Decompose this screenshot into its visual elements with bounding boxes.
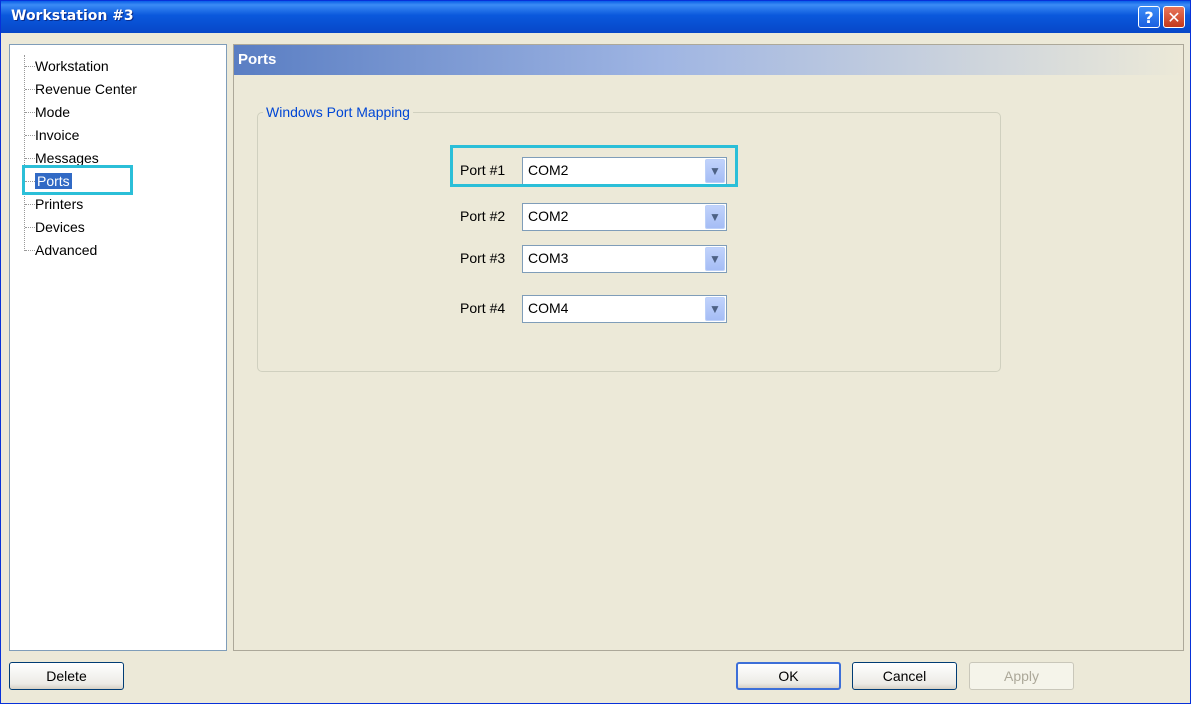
ports-highlight-box [22,165,133,195]
window-title: Workstation #3 [11,8,134,24]
port-label: Port #2 [460,208,506,224]
panel-title: Ports [238,51,277,68]
tree-connector [25,135,35,137]
tree-connector [25,158,35,160]
tree-item-invoice[interactable]: Invoice [35,125,79,145]
port-label: Port #4 [460,300,506,316]
tree-item-revenue-center[interactable]: Revenue Center [35,79,137,99]
title-bar[interactable]: Workstation #3 ? ✕ [1,1,1190,33]
chevron-down-icon[interactable]: ▼ [705,205,725,229]
port-2-value: COM2 [528,208,569,224]
close-button[interactable]: ✕ [1163,6,1185,28]
tree-connector [25,66,35,68]
chevron-down-icon[interactable]: ▼ [705,297,725,321]
apply-button[interactable]: Apply [969,662,1074,690]
port-2-select[interactable]: COM2 ▼ [522,203,727,231]
group-legend: Windows Port Mapping [263,104,413,120]
port-label: Port #3 [460,250,506,266]
tree-connector [25,89,35,91]
tree-item-devices[interactable]: Devices [35,217,85,237]
dialog-window: Workstation #3 ? ✕ Workstation Revenue C… [0,0,1191,704]
tree-line [24,55,26,251]
help-button[interactable]: ? [1138,6,1160,28]
port-4-value: COM4 [528,300,569,316]
ok-button[interactable]: OK [736,662,841,690]
close-icon: ✕ [1167,7,1181,27]
tree-item-mode[interactable]: Mode [35,102,70,122]
tree-item-advanced[interactable]: Advanced [35,240,97,260]
port-3-value: COM3 [528,250,569,266]
tree-connector [25,250,35,252]
ports-panel: Ports Windows Port Mapping [233,44,1184,651]
tree-connector [25,204,35,206]
delete-button[interactable]: Delete [9,662,124,690]
port-4-select[interactable]: COM4 ▼ [522,295,727,323]
chevron-down-icon[interactable]: ▼ [705,247,725,271]
tree-item-printers[interactable]: Printers [35,194,83,214]
help-icon: ? [1144,7,1154,27]
tree-item-workstation[interactable]: Workstation [35,56,109,76]
panel-header: Ports [234,45,1183,75]
tree-connector [25,227,35,229]
port-1-highlight-box [450,145,738,187]
port-3-select[interactable]: COM3 ▼ [522,245,727,273]
cancel-button[interactable]: Cancel [852,662,957,690]
tree-connector [25,112,35,114]
settings-tree[interactable]: Workstation Revenue Center Mode Invoice … [9,44,227,651]
